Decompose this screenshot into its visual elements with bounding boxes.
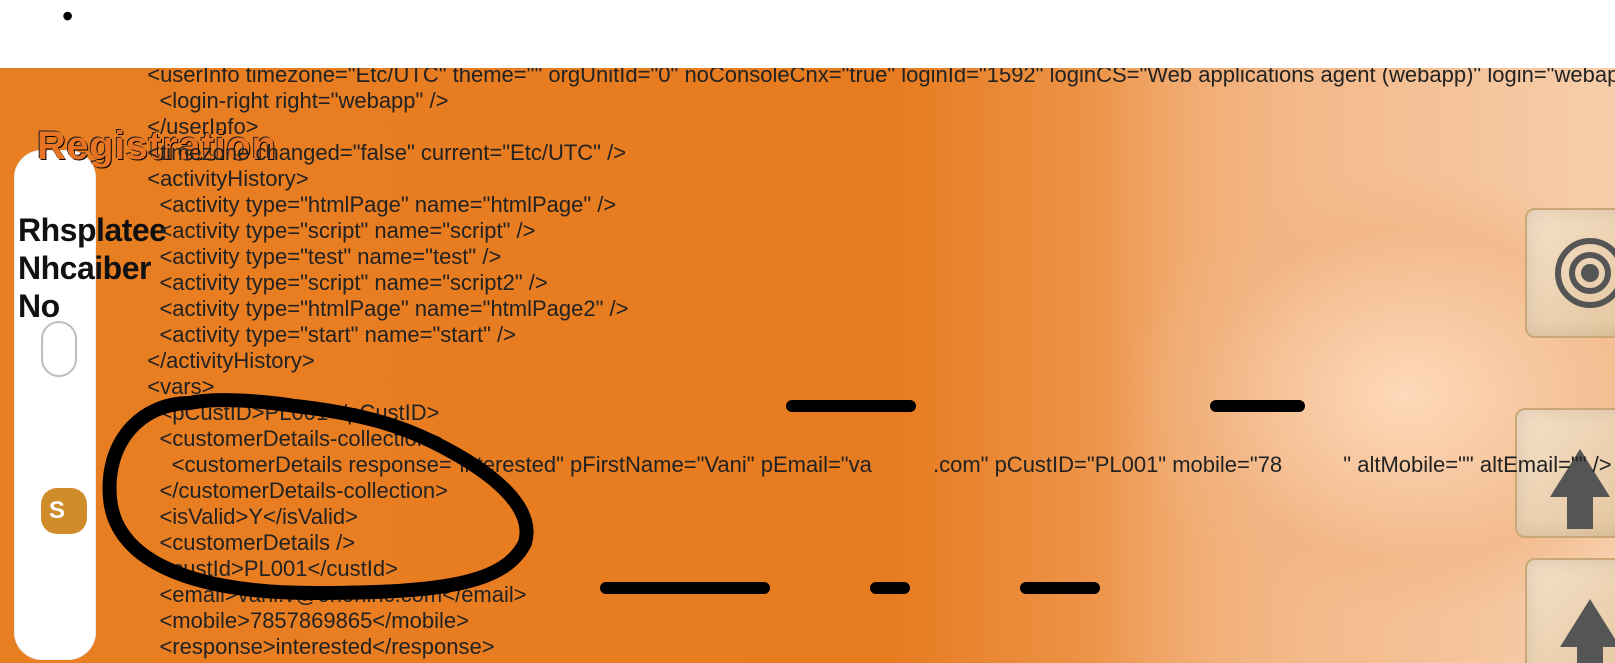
redaction-mark: [1020, 582, 1100, 594]
redaction-mark: [1210, 400, 1305, 412]
submit-button[interactable]: S: [41, 488, 87, 534]
redaction-mark: [600, 582, 770, 594]
hero-band: Registration Rhsplatee Nhcaiber No S <us…: [0, 68, 1615, 663]
field-label-3: No: [18, 288, 78, 325]
xml-debug-dump: <userInfo timezone="Etc/UTC" theme="" or…: [135, 68, 1615, 663]
redaction-mark: [870, 582, 910, 594]
list-bullet: •: [62, 0, 73, 32]
text-input[interactable]: [41, 321, 77, 377]
redaction-mark: [786, 400, 916, 412]
